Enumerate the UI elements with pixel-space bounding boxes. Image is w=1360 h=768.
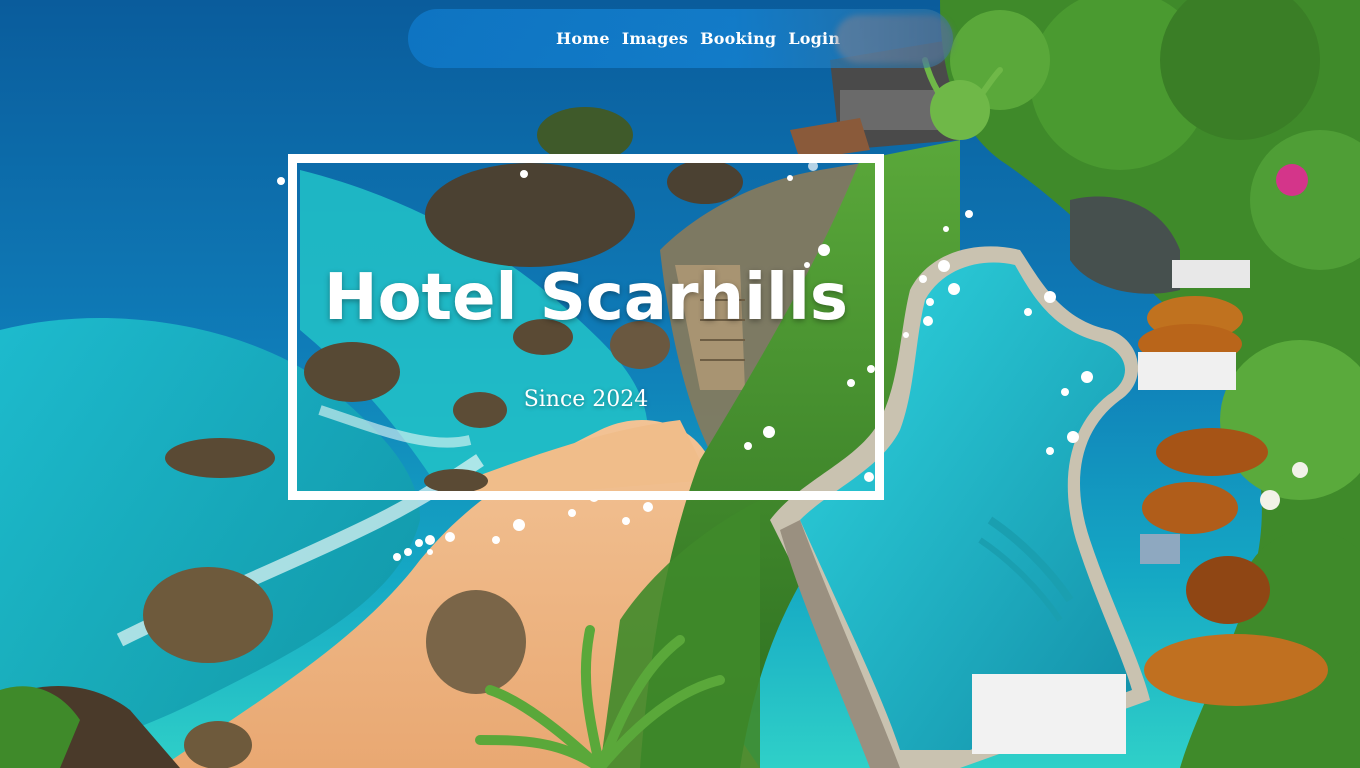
- top-navbar: Home Images Booking Login: [408, 9, 953, 68]
- nav-links: Home Images Booking Login: [556, 9, 840, 68]
- nav-link-images[interactable]: Images: [622, 29, 688, 48]
- nav-link-home[interactable]: Home: [556, 29, 610, 48]
- nav-link-booking[interactable]: Booking: [700, 29, 776, 48]
- hero-title: Hotel Scarhills: [324, 261, 848, 335]
- nav-blurred-region: [835, 15, 953, 63]
- hero-scene: Home Images Booking Login Hotel Scarhill…: [0, 0, 1360, 768]
- nav-link-login[interactable]: Login: [788, 29, 840, 48]
- hero-subtitle: Since 2024: [523, 387, 649, 412]
